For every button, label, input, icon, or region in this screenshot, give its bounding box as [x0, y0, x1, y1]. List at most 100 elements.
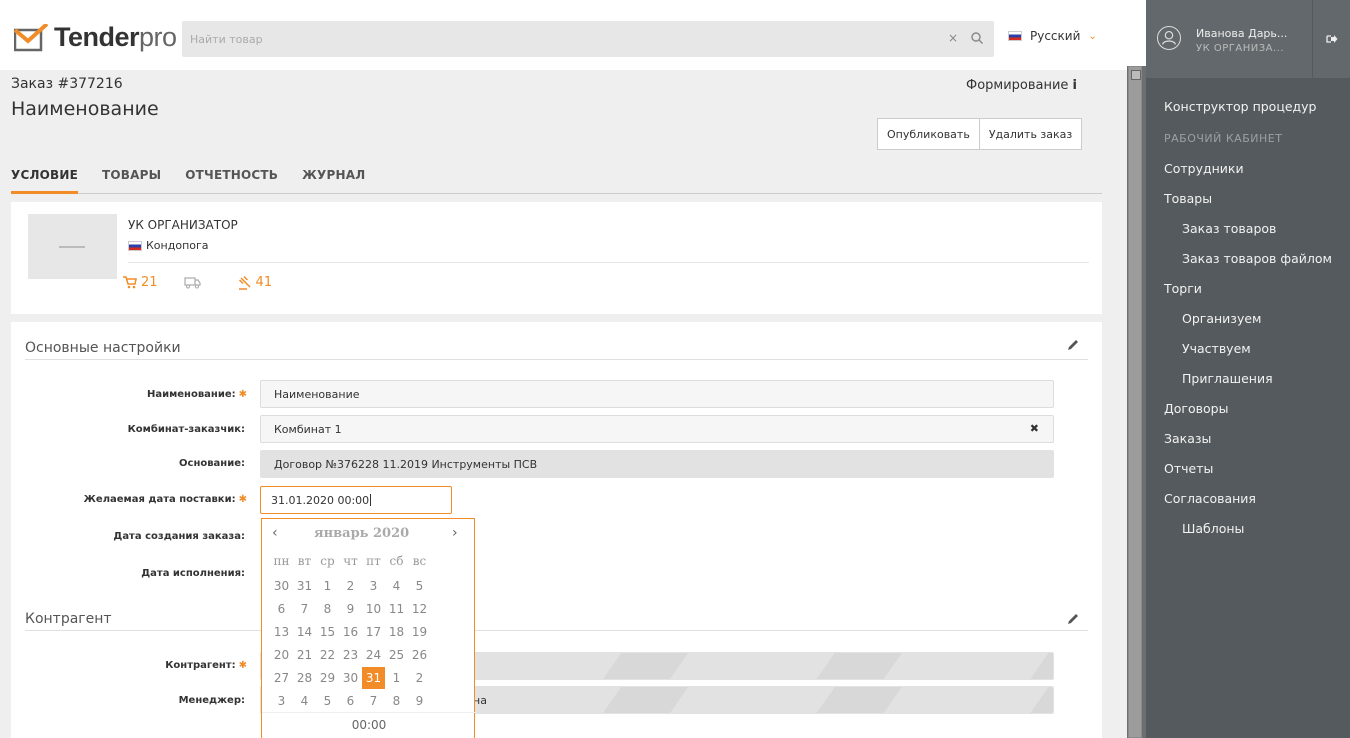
customer-select[interactable]: Комбинат 1 ✖ [260, 415, 1054, 443]
delivery-date-value: 31.01.2020 00:00 [271, 493, 370, 507]
logo[interactable]: Tenderpro [14, 22, 177, 53]
chevron-down-icon: ⌄ [1088, 30, 1097, 42]
datepicker-time[interactable]: 00:00 [262, 718, 476, 732]
datepicker-day[interactable]: 3 [270, 690, 293, 712]
datepicker-day[interactable]: 24 [362, 644, 385, 666]
datepicker-day[interactable]: 25 [385, 644, 408, 666]
sidebar-item[interactable]: Участвуем [1164, 334, 1350, 364]
datepicker-day[interactable]: 23 [339, 644, 362, 666]
datepicker-day[interactable]: 8 [385, 690, 408, 712]
datepicker-day[interactable]: 19 [408, 621, 431, 643]
datepicker-day[interactable]: 2 [339, 575, 362, 597]
search-icon[interactable] [970, 31, 984, 45]
datepicker-day[interactable]: 11 [385, 598, 408, 620]
tab-goods[interactable]: ТОВАРЫ [102, 160, 161, 193]
sidebar-item[interactable]: Конструктор процедур [1164, 92, 1350, 122]
sidebar-item[interactable]: Торги [1164, 274, 1350, 304]
datepicker-day[interactable]: 17 [362, 621, 385, 643]
datepicker-day[interactable]: 1 [385, 667, 408, 689]
datepicker-day[interactable]: 16 [339, 621, 362, 643]
datepicker-day[interactable]: 30 [270, 575, 293, 597]
user-box[interactable]: Иванова Дарь... УК ОРГАНИЗА... [1146, 0, 1350, 78]
basis-label: Основание: [179, 458, 245, 469]
datepicker-day[interactable]: 7 [362, 690, 385, 712]
datepicker-day[interactable]: 26 [408, 644, 431, 666]
delivery-date-input[interactable]: 31.01.2020 00:00 [260, 486, 452, 514]
organization-name[interactable]: УК ОРГАНИЗАТОР [128, 218, 238, 232]
datepicker-day[interactable]: 5 [316, 690, 339, 712]
datepicker-day[interactable]: 31 [293, 575, 316, 597]
logo-mark-icon [14, 23, 48, 51]
sidebar-item[interactable]: Организуем [1164, 304, 1350, 334]
avatar [1157, 26, 1181, 50]
scrollbar[interactable] [1127, 66, 1146, 738]
publish-button[interactable]: Опубликовать [877, 118, 980, 150]
sidebar-item[interactable]: Отчеты [1164, 454, 1350, 484]
pencil-icon[interactable] [1066, 612, 1080, 626]
manager-value: на [473, 693, 487, 707]
datepicker-day[interactable]: 14 [293, 621, 316, 643]
datepicker-month-title[interactable]: январь 2020 [314, 526, 409, 541]
tab-reporting[interactable]: ОТЧЕТНОСТЬ [185, 160, 278, 193]
sidebar-item[interactable]: Заказ товаров файлом [1164, 244, 1350, 274]
datepicker-day[interactable]: 21 [293, 644, 316, 666]
manager-label: Менеджер: [178, 695, 245, 706]
datepicker-day[interactable]: 8 [316, 598, 339, 620]
datepicker-day[interactable]: 9 [339, 598, 362, 620]
sidebar-item[interactable]: Согласования [1164, 484, 1350, 514]
delete-order-button[interactable]: Удалить заказ [979, 118, 1083, 150]
clear-icon[interactable]: ✖ [1030, 422, 1039, 435]
sidebar-item[interactable]: Шаблоны [1164, 514, 1350, 544]
sidebar-item[interactable]: Договоры [1164, 394, 1350, 424]
cart-stat[interactable]: 21 [123, 275, 158, 290]
datepicker-day[interactable]: 13 [270, 621, 293, 643]
datepicker-day[interactable]: 30 [339, 667, 362, 689]
datepicker-day[interactable]: 18 [385, 621, 408, 643]
tab-condition[interactable]: УСЛОВИЕ [11, 160, 79, 194]
datepicker-day[interactable]: 15 [316, 621, 339, 643]
scrollbar-thumb[interactable] [1128, 66, 1142, 738]
datepicker-day[interactable]: 22 [316, 644, 339, 666]
sidebar-item[interactable]: Приглашения [1164, 364, 1350, 394]
sidebar-item[interactable]: Заказы [1164, 424, 1350, 454]
weekday-label: сб [389, 554, 404, 568]
sidebar-item[interactable]: Товары [1164, 184, 1350, 214]
sidebar-item[interactable]: Заказ товаров [1164, 214, 1350, 244]
delivery-stat[interactable] [183, 276, 202, 289]
datepicker-day[interactable]: 28 [293, 667, 316, 689]
datepicker-day[interactable]: 29 [316, 667, 339, 689]
datepicker-day[interactable]: 20 [270, 644, 293, 666]
datepicker-day[interactable]: 12 [408, 598, 431, 620]
datepicker-day[interactable]: 27 [270, 667, 293, 689]
datepicker-day[interactable]: 5 [408, 575, 431, 597]
info-icon[interactable]: i [1072, 78, 1076, 93]
datepicker-day[interactable]: 9 [408, 690, 431, 712]
text-caret [370, 494, 372, 506]
tab-journal[interactable]: ЖУРНАЛ [302, 160, 365, 193]
datepicker-day[interactable]: 1 [316, 575, 339, 597]
datepicker-day[interactable]: 4 [293, 690, 316, 712]
datepicker-day[interactable]: 3 [362, 575, 385, 597]
datepicker-day[interactable]: 2 [408, 667, 431, 689]
truck-icon [183, 277, 201, 289]
search-input[interactable] [190, 21, 930, 57]
datepicker-day[interactable]: 10 [362, 598, 385, 620]
datepicker-day-selected[interactable]: 31 [362, 667, 385, 689]
logout-button[interactable] [1312, 0, 1350, 78]
datepicker-day[interactable]: 4 [385, 575, 408, 597]
pencil-icon[interactable] [1066, 338, 1080, 352]
chevron-right-icon[interactable]: › [452, 525, 458, 541]
auction-stat[interactable]: 41 [238, 275, 272, 290]
datepicker-day[interactable]: 6 [339, 690, 362, 712]
execution-date-label: Дата исполнения: [141, 568, 245, 579]
datepicker-day[interactable]: 6 [270, 598, 293, 620]
page-title: Наименование [11, 98, 159, 120]
datepicker-popup: ‹ январь 2020 › пн вт ср чт пт сб вс 30 3… [261, 518, 476, 738]
chevron-left-icon[interactable]: ‹ [272, 525, 278, 541]
clear-icon[interactable]: × [948, 31, 958, 45]
datepicker-day[interactable]: 7 [293, 598, 316, 620]
order-form-card: Основные настройки Наименование: ✱ Наимен… [11, 322, 1102, 738]
language-select[interactable]: Русский ⌄ [1008, 29, 1097, 43]
sidebar-item[interactable]: Сотрудники [1164, 154, 1350, 184]
name-input[interactable]: Наименование [260, 380, 1054, 408]
